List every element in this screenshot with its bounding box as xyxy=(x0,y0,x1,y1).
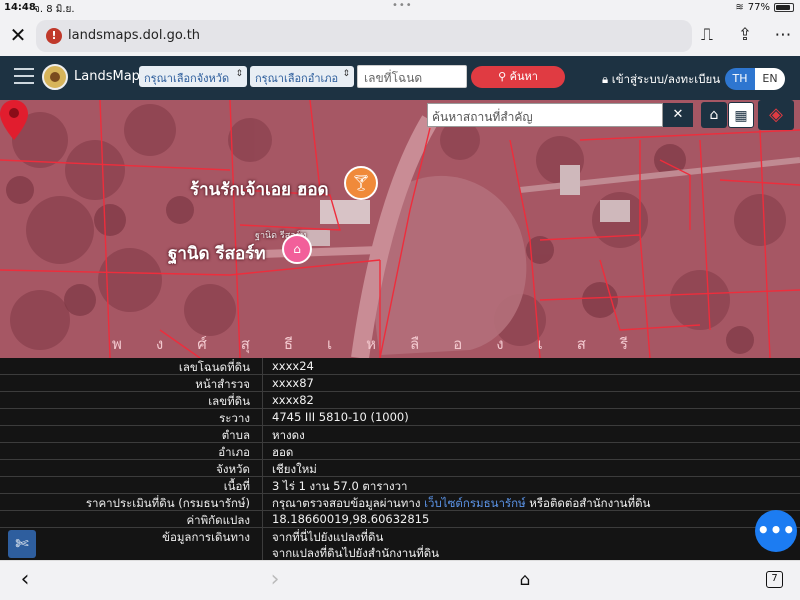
more-icon: ••• xyxy=(756,518,796,542)
browser-actions: ⎍ ⇪ ⋯ xyxy=(696,24,794,46)
url-text[interactable]: landsmaps.dol.go.th xyxy=(68,28,200,43)
home-view-button[interactable]: ⌂ xyxy=(701,102,727,128)
lock-icon: 🔒︎ xyxy=(602,72,609,86)
forward-icon[interactable]: › xyxy=(262,567,288,593)
map-label-shop: ร้านรักเจ้าเอย ฮอด xyxy=(190,180,329,200)
login-link[interactable]: 🔒︎ เข้าสู่ระบบ/ลงทะเบียน xyxy=(602,71,720,89)
province-select[interactable]: กรุณาเลือกจังหวัด ⇕ xyxy=(139,66,247,87)
status-time: 14:48 xyxy=(4,2,36,13)
browser-url-bar: ✕ ! landsmaps.dol.go.th ⎍ ⇪ ⋯ xyxy=(0,16,800,56)
search-icon: ⚲ xyxy=(498,70,507,83)
more-actions-button[interactable]: ••• xyxy=(755,510,797,552)
more-icon[interactable]: ⋯ xyxy=(772,24,794,46)
status-bar: 14:48 จ. 8 มิ.ย. ••• ≋ 77% xyxy=(0,0,800,16)
district-select-label: กรุณาเลือกอำเภอ xyxy=(255,72,339,85)
district-select[interactable]: กรุณาเลือกอำเภอ ⇕ xyxy=(250,66,354,87)
layers-button[interactable]: ◈ xyxy=(758,100,794,130)
appraisal-prefix: กรุณาตรวจสอบข้อมูลผ่านทาง xyxy=(272,496,421,510)
treasury-website-link[interactable]: เว็บไซต์กรมธนารักษ์ xyxy=(424,496,526,510)
table-row: ราคาประเมินที่ดิน (กรมธนารักษ์) กรุณาตรว… xyxy=(0,494,800,511)
app-header: LandsMaps กรุณาเลือกจังหวัด ⇕ กรุณาเลือก… xyxy=(0,56,800,100)
login-label: เข้าสู่ระบบ/ลงทะเบียน xyxy=(611,72,721,86)
row-value: xxxx82 xyxy=(272,393,314,407)
place-search-input[interactable]: ค้นหาสถานที่สำคัญ xyxy=(427,103,663,127)
table-row: ระวาง 4745 III 5810-10 (1000) xyxy=(0,409,800,426)
grid-icon: ▦ xyxy=(734,108,748,124)
location-pin-icon[interactable] xyxy=(0,100,28,140)
back-icon[interactable]: ‹ xyxy=(12,567,38,593)
dol-logo xyxy=(42,64,68,90)
tabs-button[interactable]: 7 xyxy=(766,571,783,588)
battery-icon xyxy=(774,3,794,12)
chevron-updown-icon: ⇕ xyxy=(342,69,350,79)
address-field[interactable]: ! landsmaps.dol.go.th xyxy=(36,20,692,52)
bookmark-icon[interactable]: ⎍ xyxy=(696,24,718,46)
lang-en-button[interactable]: EN xyxy=(755,68,785,90)
brand-title: LandsMaps xyxy=(74,69,147,84)
tools-icon[interactable]: ✄ xyxy=(8,530,36,558)
chevron-updown-icon: ⇕ xyxy=(235,69,243,79)
table-row: เลขโฉนดที่ดิน xxxx24 xyxy=(0,358,800,375)
share-icon[interactable]: ⇪ xyxy=(734,24,756,46)
table-row: อำเภอ ฮอด xyxy=(0,443,800,460)
table-row: หน้าสำรวจ xxxx87 xyxy=(0,375,800,392)
table-row: ค่าพิกัดแปลง 18.18660019,98.60632815 xyxy=(0,511,800,528)
province-select-label: กรุณาเลือกจังหวัด xyxy=(144,72,230,85)
parcel-info-panel: เลขโฉนดที่ดิน xxxx24 หน้าสำรวจ xxxx87 เล… xyxy=(0,358,800,560)
wifi-icon: ≋ xyxy=(735,2,744,13)
layers-icon: ◈ xyxy=(769,104,783,125)
row-value: 4745 III 5810-10 (1000) xyxy=(272,410,409,424)
warning-icon[interactable]: ! xyxy=(46,28,62,44)
row-value: xxxx87 xyxy=(272,376,314,390)
table-row: ข้อมูลการเดินทาง จากที่นี่ไปยังแปลงที่ดิ… xyxy=(0,528,800,560)
row-value: xxxx24 xyxy=(272,359,314,373)
appraisal-suffix: หรือติดต่อสำนักงานที่ดิน xyxy=(529,496,651,510)
status-right: ≋ 77% xyxy=(735,2,794,13)
multitask-dots-icon[interactable]: ••• xyxy=(392,0,413,11)
table-row: เนื้อที่ 3 ไร่ 1 งาน 57.0 ตารางวา xyxy=(0,477,800,494)
home-icon: ⌂ xyxy=(709,107,719,123)
status-date: จ. 8 มิ.ย. xyxy=(34,4,75,15)
lang-th-button[interactable]: TH xyxy=(725,68,755,90)
table-row: จังหวัด เชียงใหม่ xyxy=(0,460,800,477)
close-icon: ✕ xyxy=(672,107,684,122)
close-icon[interactable]: ✕ xyxy=(8,24,28,46)
browser-toolbar: ‹ › ⌂ 7 xyxy=(0,560,800,600)
grid-sheet-button[interactable]: ▦ xyxy=(728,102,754,128)
search-button[interactable]: ⚲ ค้นหา xyxy=(471,66,565,88)
search-button-label: ค้นหา xyxy=(509,70,538,83)
hotel-poi-icon[interactable]: ⌂ xyxy=(282,234,312,264)
route-to-office-link[interactable]: จากแปลงที่ดินไปยังสำนักงานที่ดิน xyxy=(272,545,439,560)
table-row: ตำบล หางดง xyxy=(0,426,800,443)
map-view[interactable]: ค้นหาสถานที่สำคัญ ✕ ⌂ ▦ ◈ ร้านรักเจ้าเอย… xyxy=(0,100,800,358)
row-label: ข้อมูลการเดินทาง xyxy=(162,530,250,544)
deed-number-input[interactable]: เลขที่โฉนด xyxy=(357,65,467,88)
cocktail-poi-icon[interactable]: 🍸︎ xyxy=(344,166,378,200)
battery-percent: 77% xyxy=(747,2,770,13)
clear-search-button[interactable]: ✕ xyxy=(663,103,693,127)
map-label-resort: ฐานิด รีสอร์ท xyxy=(168,244,266,264)
menu-icon[interactable] xyxy=(14,68,34,86)
coordinates-link[interactable]: 18.18660019,98.60632815 xyxy=(272,512,429,526)
map-label-road: พงศ์สุธีเหลืองเสรี xyxy=(112,335,662,353)
map-imagery xyxy=(0,100,800,358)
table-row: เลขที่ดิน xxxx82 xyxy=(0,392,800,409)
home-icon[interactable]: ⌂ xyxy=(512,567,538,593)
